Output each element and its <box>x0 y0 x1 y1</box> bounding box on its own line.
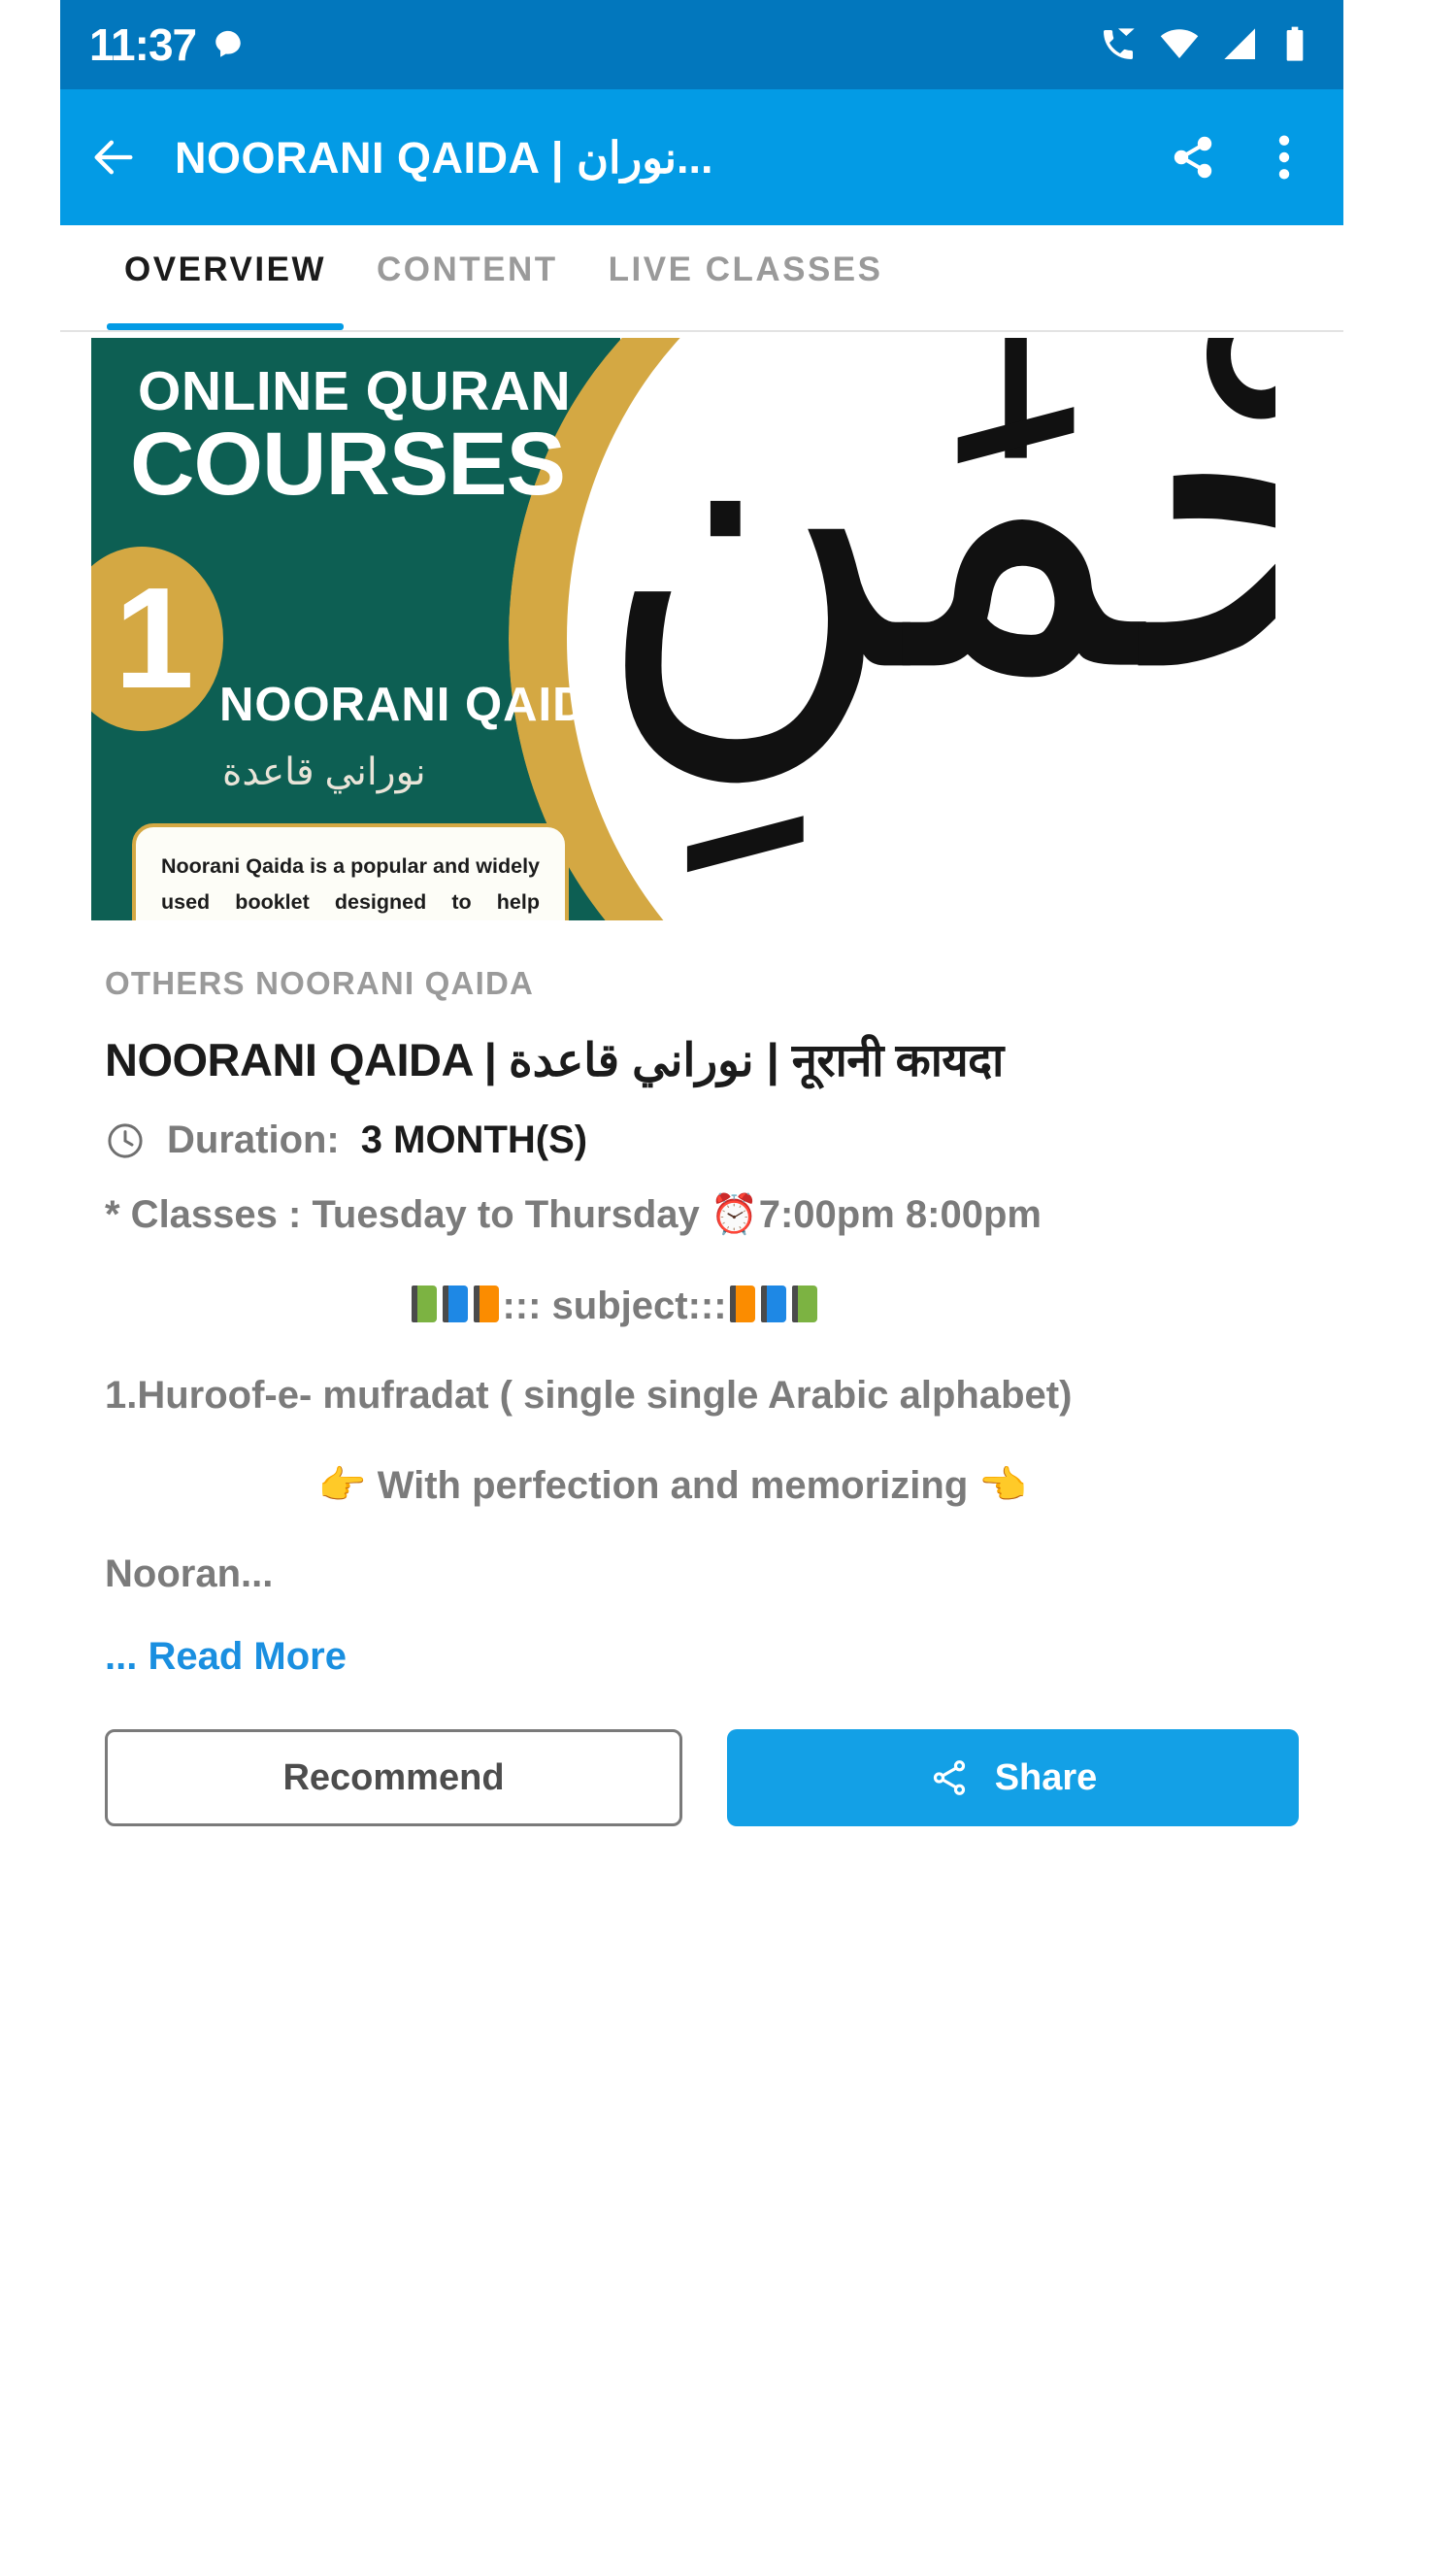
tab-overview-indicator <box>107 323 345 330</box>
share-button[interactable] <box>1165 129 1221 185</box>
tab-live-classes-indicator <box>591 323 901 330</box>
book-icon-green-2 <box>791 1286 817 1322</box>
course-details: OTHERS NOORANI QAIDA NOORANI QAIDA | نور… <box>60 965 1343 1826</box>
course-duration-row: Duration: 3 MONTH(S) <box>105 1119 1299 1162</box>
book-icon-blue-2 <box>760 1286 786 1322</box>
course-syllabus-item-1: 1.Huroof-e- mufradat ( single single Ara… <box>105 1374 1073 1417</box>
read-more-link[interactable]: ... Read More <box>105 1635 1299 1679</box>
battery-icon <box>1286 26 1304 61</box>
course-banner-image[interactable]: الرَّحْمَٰنِ ONLINE QURAN COURSES 1 NOOR… <box>91 338 1312 920</box>
page-title: NOORANI QAIDA | نوراني قاعدة | नूरानी का… <box>105 1034 1004 1085</box>
share-icon <box>1174 136 1212 179</box>
tab-content-indicator <box>359 323 576 330</box>
duration-value: 3 MONTH(S) <box>360 1119 588 1161</box>
tab-content[interactable]: CONTENT <box>351 225 583 330</box>
share-course-button[interactable]: Share <box>727 1729 1299 1826</box>
call-wifi-icon <box>1104 28 1135 59</box>
subject-divider: ::: subject::: <box>105 1285 1299 1328</box>
banner-course-name-arabic: نوراني قاعدة <box>222 751 426 793</box>
wifi-icon <box>1160 29 1199 58</box>
tab-overview-label: OVERVIEW <box>124 250 327 288</box>
book-icon-blue <box>443 1286 469 1322</box>
banner-course-name: NOORANI QAIDA <box>219 679 623 731</box>
course-category: OTHERS NOORANI QAIDA <box>105 965 535 1001</box>
app-bar: NOORANI QAIDA | نوران... <box>60 89 1343 225</box>
chat-bubble-icon <box>215 30 241 57</box>
status-bar-right <box>1099 24 1308 65</box>
more-options-icon <box>1278 135 1290 180</box>
course-perfection-note: 👉 With perfection and memorizing 👈 <box>317 1464 1028 1507</box>
share-button-label: Share <box>994 1756 1098 1798</box>
book-icon-orange-2 <box>729 1286 755 1322</box>
recommend-button-label: Recommend <box>282 1756 505 1798</box>
status-clock: 11:37 <box>89 19 197 70</box>
subject-divider-label: ::: subject::: <box>502 1285 727 1327</box>
tab-overview[interactable]: OVERVIEW <box>99 225 351 330</box>
course-schedule: * Classes : Tuesday to Thursday ⏰7:00pm … <box>105 1193 1042 1236</box>
share-icon-small <box>933 1760 965 1795</box>
tab-content-label: CONTENT <box>377 250 558 288</box>
app-bar-title: NOORANI QAIDA | نوران... <box>175 132 713 183</box>
book-icon-green <box>412 1286 438 1322</box>
action-buttons: Recommend Share <box>105 1729 1299 1826</box>
cell-signal-icon <box>1224 28 1255 59</box>
status-bar: 11:37 <box>60 0 1343 89</box>
banner-description: Noorani Qaida is a popular and widely us… <box>132 823 569 920</box>
recommend-button[interactable]: Recommend <box>105 1729 682 1826</box>
book-icon-orange <box>474 1286 500 1322</box>
tab-live-classes-label: LIVE CLASSES <box>608 250 883 288</box>
tab-live-classes[interactable]: LIVE CLASSES <box>583 225 909 330</box>
overflow-menu-button[interactable] <box>1256 129 1312 185</box>
app-bar-actions <box>1165 129 1312 185</box>
clock-icon <box>108 1122 143 1158</box>
status-bar-left: 11:37 <box>89 18 245 71</box>
phone-screen: 11:37 NOORANI QAIDA | نوران... OVERVIEW … <box>60 0 1343 2571</box>
arabic-calligraphy-art: الرَّحْمَٰنِ <box>596 338 1275 781</box>
course-truncated-text: Nooran... <box>105 1553 274 1595</box>
tab-bar: OVERVIEW CONTENT LIVE CLASSES <box>60 225 1343 332</box>
back-arrow-icon <box>94 140 133 175</box>
banner-heading-main: COURSES <box>130 415 566 514</box>
back-button[interactable] <box>85 129 142 185</box>
duration-label: Duration: <box>167 1119 340 1161</box>
